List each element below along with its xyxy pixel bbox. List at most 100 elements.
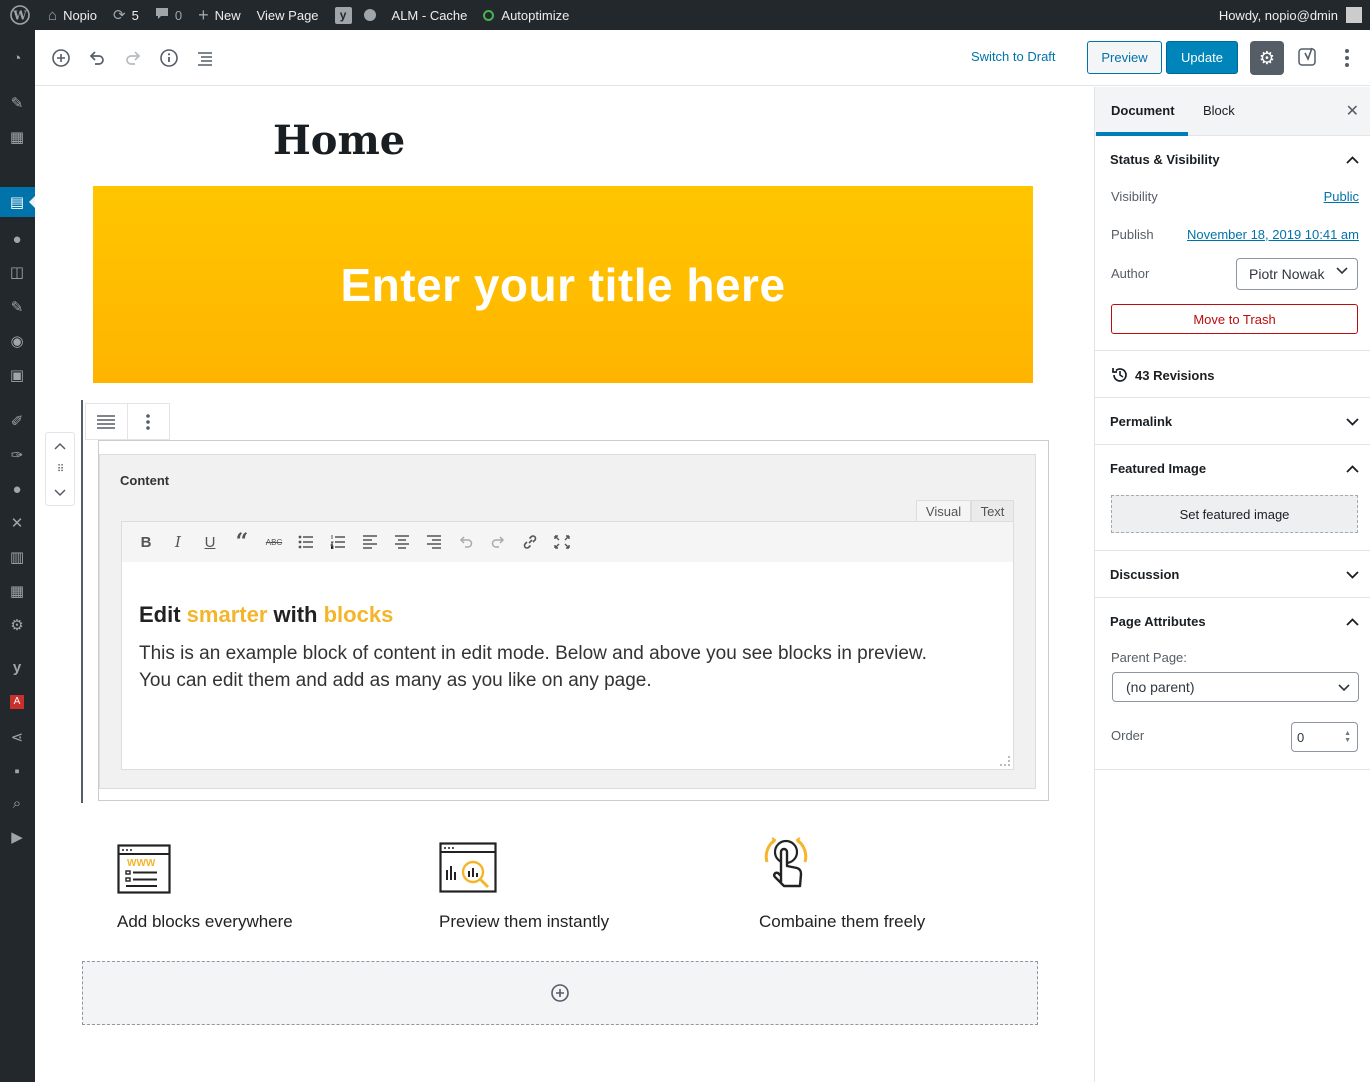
hero-block[interactable]: Enter your title here (93, 186, 1033, 383)
acf-icon[interactable]: A (8, 693, 26, 711)
content-info-button[interactable] (157, 46, 181, 70)
play-icon[interactable]: ▶ (8, 828, 26, 846)
spinner-arrows-icon[interactable]: ▲ ▼ (1344, 730, 1351, 744)
visibility-value[interactable]: Public (1324, 189, 1359, 204)
appearance-icon[interactable]: ✐ (8, 412, 26, 430)
tab-document[interactable]: Document (1111, 103, 1175, 118)
block-appender[interactable] (82, 961, 1038, 1025)
revisions-section[interactable]: 43 Revisions (1095, 351, 1370, 398)
classic-editor-body[interactable]: Edit smarter with blocks This is an exam… (121, 562, 1014, 770)
set-featured-image-button[interactable]: Set featured image (1111, 495, 1358, 533)
site-name-link[interactable]: ⌂ Nopio (40, 0, 105, 30)
section-title[interactable]: Status & Visibility (1110, 152, 1220, 167)
editor-redo-button[interactable] (482, 530, 514, 554)
www-browser-icon: WWW (117, 844, 171, 894)
yoast-menu[interactable]: y (327, 0, 384, 30)
editor-canvas: Home Enter your title here ⠿ Content Vis… (35, 87, 1094, 1082)
view-page-link[interactable]: View Page (249, 0, 327, 30)
numbered-list-button[interactable] (322, 530, 354, 554)
dashboard-icon[interactable]: ◔ (8, 49, 26, 67)
seo-score-dot-icon (363, 9, 376, 21)
tab-text[interactable]: Text (971, 500, 1014, 522)
posts-pin-icon[interactable]: ✎ (8, 94, 26, 112)
parent-page-select[interactable]: (no parent) (1112, 672, 1359, 702)
new-content-link[interactable]: + New (190, 0, 249, 30)
plugins-icon[interactable]: ✑ (8, 446, 26, 464)
table-icon[interactable]: ▦ (8, 582, 26, 600)
undo-button[interactable] (85, 46, 109, 70)
updates-link[interactable]: ⟳ 5 (105, 0, 147, 30)
block-type-button[interactable] (86, 404, 128, 439)
editor-undo-button[interactable] (450, 530, 482, 554)
more-menu-button[interactable] (1335, 46, 1359, 70)
share-icon[interactable]: ⋖ (8, 728, 26, 746)
resize-handle-icon[interactable] (1000, 756, 1010, 766)
align-left-button[interactable] (354, 530, 386, 554)
strikethrough-button[interactable]: ABC (258, 530, 290, 554)
add-block-button[interactable] (49, 46, 73, 70)
page-title[interactable]: Home (273, 117, 405, 164)
comments-link[interactable]: 0 (147, 0, 190, 30)
yoast-sidebar-icon[interactable]: y (8, 658, 26, 676)
tickets-icon[interactable]: ◫ (8, 263, 26, 281)
bold-button[interactable]: B (130, 530, 162, 554)
move-to-trash-button[interactable]: Move to Trash (1111, 304, 1358, 334)
order-input[interactable]: 0 ▲ ▼ (1291, 722, 1358, 752)
wordpress-logo-icon[interactable]: W (0, 0, 40, 30)
drag-handle-icon[interactable]: ⠿ (57, 464, 64, 475)
tab-visual[interactable]: Visual (916, 500, 971, 522)
classic-editor-toolbar: B I U “ ABC (121, 521, 1014, 563)
yoast-seo-button[interactable] (1296, 45, 1320, 69)
testimonials-icon[interactable]: ◉ (8, 332, 26, 350)
publish-date-link[interactable]: November 18, 2019 10:41 am (1187, 227, 1359, 242)
chevron-up-icon[interactable] (1346, 614, 1359, 629)
move-down-button[interactable] (54, 486, 66, 500)
underline-button[interactable]: U (194, 530, 226, 554)
admin-sidebar: ◔ ✎ ▦ ▤ ● ◫ ✎ ◉ ▣ ✐ ✑ ● ✕ ▥ ▦ ⚙ y A ⋖ ▪ … (0, 30, 35, 1082)
comments-icon[interactable] (8, 196, 26, 214)
media-icon[interactable]: ▦ (8, 128, 26, 146)
section-title[interactable]: Page Attributes (1110, 614, 1206, 629)
search-icon[interactable]: ⌕ (8, 794, 26, 812)
heading-text-part: with (267, 602, 324, 627)
chevron-up-icon[interactable] (1346, 461, 1359, 476)
settings-toggle-button[interactable]: ⚙ (1250, 41, 1284, 75)
move-up-button[interactable] (54, 439, 66, 453)
close-settings-button[interactable]: ✕ (1346, 101, 1359, 121)
preview-button[interactable]: Preview (1087, 41, 1162, 74)
block-more-options-button[interactable] (128, 404, 169, 439)
alm-cache-link[interactable]: ALM - Cache (384, 0, 476, 30)
permalink-section[interactable]: Permalink (1095, 398, 1370, 445)
update-button[interactable]: Update (1166, 41, 1238, 74)
plugin-box-icon[interactable]: ▪ (8, 762, 26, 780)
block-navigation-button[interactable] (193, 46, 217, 70)
settings-gear-icon[interactable]: ⚙ (8, 616, 26, 634)
users-icon[interactable]: ● (8, 480, 26, 498)
settings-chart-icon[interactable]: ▥ (8, 548, 26, 566)
bulleted-list-button[interactable] (290, 530, 322, 554)
autoptimize-link[interactable]: Autoptimize (475, 0, 577, 30)
switch-to-draft-button[interactable]: Switch to Draft (971, 49, 1056, 64)
order-value: 0 (1297, 729, 1305, 745)
align-right-button[interactable] (418, 530, 450, 554)
gallery-icon[interactable]: ▣ (8, 366, 26, 384)
discussion-section[interactable]: Discussion (1095, 551, 1370, 598)
italic-button[interactable]: I (162, 530, 194, 554)
redo-button[interactable] (121, 46, 145, 70)
underline-icon: U (204, 533, 216, 551)
blockquote-button[interactable]: “ (226, 529, 258, 555)
align-center-button[interactable] (386, 530, 418, 554)
author-select[interactable]: Piotr Nowak (1236, 258, 1358, 290)
chevron-up-icon[interactable] (1346, 152, 1359, 167)
tools-icon[interactable]: ✕ (8, 514, 26, 532)
section-title[interactable]: Featured Image (1110, 461, 1206, 476)
user-account-menu[interactable]: Howdy, nopio@dmin (1211, 0, 1370, 30)
new-label: New (214, 7, 241, 23)
fullscreen-button[interactable] (546, 530, 578, 554)
comments-bubble-icon[interactable]: ● (8, 230, 26, 248)
insert-link-button[interactable] (514, 530, 546, 554)
visibility-label: Visibility (1111, 189, 1158, 204)
tab-block[interactable]: Block (1203, 103, 1235, 118)
pin-icon[interactable]: ✎ (8, 298, 26, 316)
autoptimize-status-icon (483, 9, 495, 21)
